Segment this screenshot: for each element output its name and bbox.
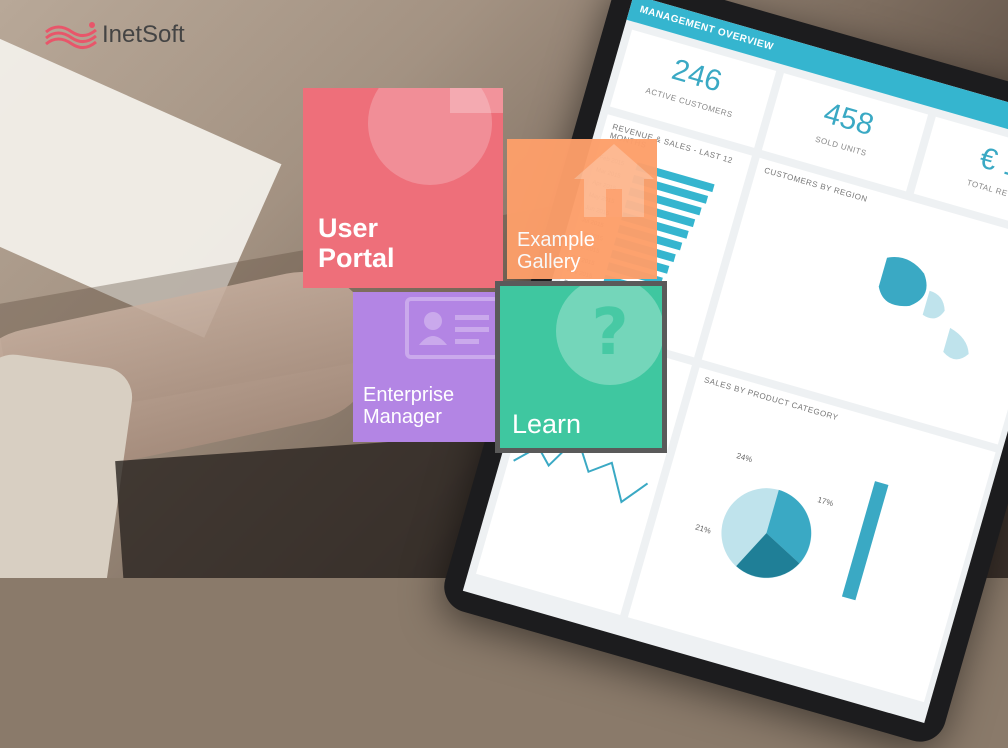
- svg-text:?: ?: [591, 296, 628, 370]
- user-portal-tile[interactable]: User Portal: [303, 88, 503, 288]
- enterprise-manager-label: Enterprise Manager: [363, 384, 455, 428]
- learn-label: Learn: [512, 409, 582, 439]
- kpi-label: TOTAL REVE: [965, 178, 1008, 202]
- learn-tile[interactable]: ? Learn: [495, 281, 667, 453]
- pie-chart-icon: [368, 88, 503, 185]
- enterprise-manager-tile[interactable]: Enterprise Manager: [353, 292, 498, 442]
- logo-text: InetSoft: [102, 21, 185, 48]
- inetsoft-logo-icon: [45, 22, 97, 49]
- home-icon: [574, 144, 654, 217]
- inetsoft-logo[interactable]: InetSoft: [44, 20, 185, 50]
- example-gallery-label: Example Gallery: [517, 229, 595, 273]
- example-gallery-tile[interactable]: Example Gallery: [507, 139, 657, 279]
- id-card-icon: [405, 297, 498, 359]
- user-portal-label: User Portal: [318, 213, 395, 273]
- category-pie: [721, 481, 889, 601]
- question-mark-icon: ?: [556, 286, 662, 385]
